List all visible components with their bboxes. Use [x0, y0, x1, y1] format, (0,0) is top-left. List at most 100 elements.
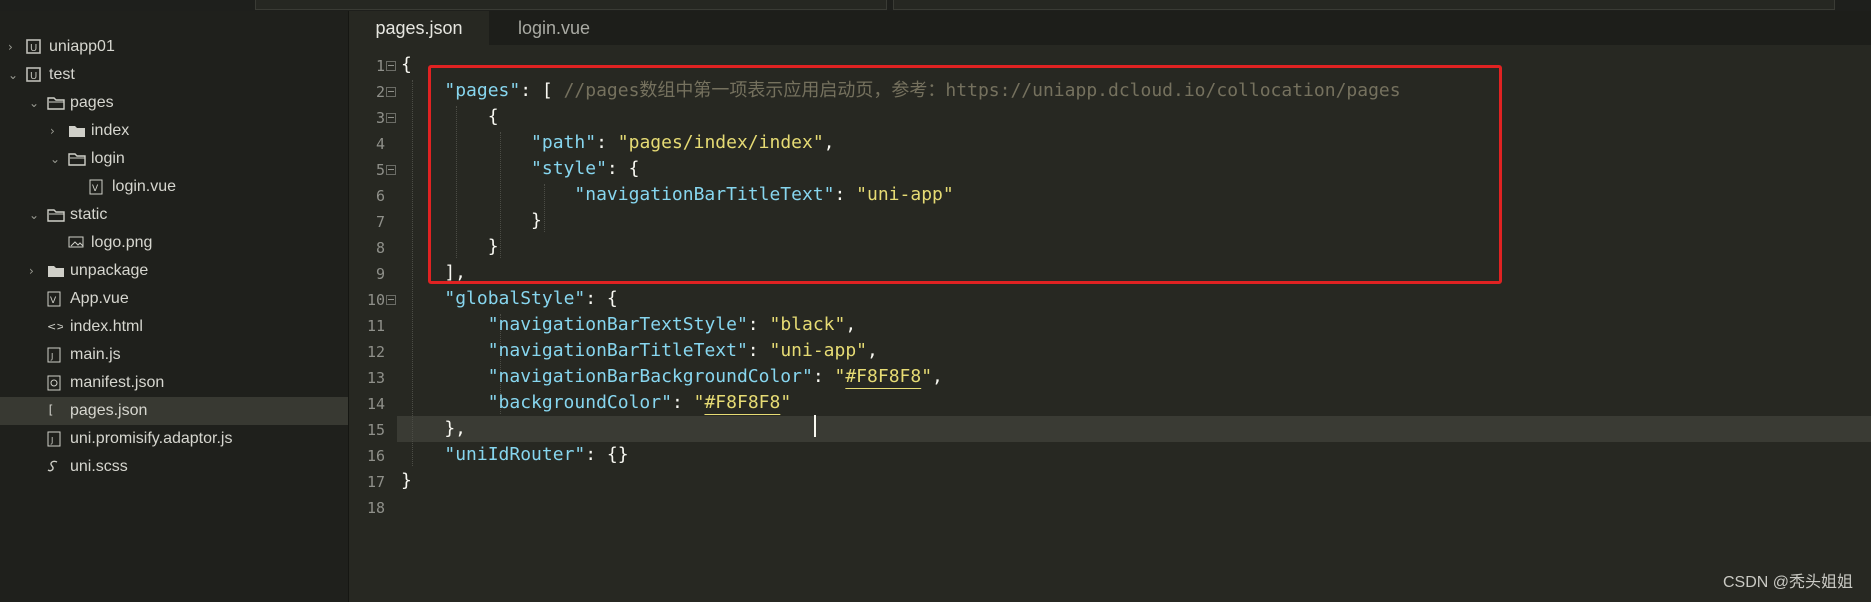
tree-item-label: test — [49, 66, 75, 83]
svg-text:U: U — [30, 43, 37, 54]
tree-item-uniapp01[interactable]: › Uuniapp01 — [0, 33, 348, 61]
line-number: 6 — [375, 187, 385, 205]
folder-open-icon — [68, 151, 86, 166]
line-number: 11 — [366, 317, 385, 335]
chevron-right-icon[interactable]: › — [29, 264, 34, 278]
tree-item-label: login — [91, 150, 125, 167]
folder-icon — [68, 123, 85, 138]
json-string: " — [780, 392, 792, 413]
tree-item-logo-png[interactable]: logo.png — [0, 229, 348, 257]
tree-item-main-js[interactable]: Jmain.js — [0, 341, 348, 369]
json-string: "black" — [769, 314, 846, 335]
tree-item-label: uni.scss — [70, 458, 128, 475]
line-number: 17 — [366, 473, 385, 491]
code-line[interactable]: }, — [401, 416, 466, 442]
code-line[interactable]: "navigationBarTextStyle": "black", — [401, 312, 856, 338]
json-file-icon: [ ] — [47, 403, 69, 418]
tab-pages-json[interactable]: pages.json — [349, 11, 489, 45]
punctuation — [401, 366, 488, 387]
code-line[interactable]: } — [401, 468, 412, 494]
svg-text:J: J — [50, 352, 53, 361]
tree-item-label: logo.png — [91, 234, 153, 251]
tree-item-manifest-json[interactable]: manifest.json — [0, 369, 348, 397]
tree-item-pages-json[interactable]: [ ] pages.json — [0, 397, 348, 425]
js-file-icon: J — [47, 347, 63, 363]
tree-item-index[interactable]: › index — [0, 117, 348, 145]
tree-item-login-vue[interactable]: Vlogin.vue — [0, 173, 348, 201]
punctuation: } — [401, 470, 412, 491]
line-number: 15 — [366, 421, 385, 439]
svg-text:<>: <> — [47, 320, 63, 333]
toolbar-field[interactable] — [255, 0, 887, 10]
code-line[interactable]: "navigationBarBackgroundColor": "#F8F8F8… — [401, 364, 943, 390]
code-line[interactable]: "globalStyle": { — [401, 286, 617, 312]
code-line[interactable]: "backgroundColor": "#F8F8F8" — [401, 390, 791, 416]
tree-item-login[interactable]: ⌄ login — [0, 145, 348, 173]
current-line-highlight — [397, 416, 1871, 442]
toolbar-search-field[interactable] — [893, 0, 1835, 10]
image-file-icon — [68, 235, 84, 250]
svg-text:[ ]: [ ] — [47, 403, 63, 417]
svg-text:V: V — [50, 296, 57, 306]
fold-toggle-icon[interactable] — [386, 87, 396, 97]
chevron-right-icon[interactable]: › — [8, 40, 13, 54]
line-number: 16 — [366, 447, 385, 465]
chevron-down-icon[interactable]: ⌄ — [29, 96, 39, 110]
editor-tab-bar: pages.json login.vue — [349, 11, 1871, 45]
line-number: 5 — [375, 161, 385, 179]
tree-item-uni-promisify-adaptor-js[interactable]: Juni.promisify.adaptor.js — [0, 425, 348, 453]
json-key: "navigationBarTitleText" — [487, 340, 748, 361]
svg-text:J: J — [50, 436, 53, 445]
chevron-down-icon[interactable]: ⌄ — [29, 208, 39, 222]
punctuation — [401, 444, 444, 465]
fold-toggle-icon[interactable] — [386, 295, 396, 305]
chevron-down-icon[interactable]: ⌄ — [8, 68, 18, 82]
color-value: #F8F8F8 — [845, 366, 922, 387]
punctuation: : — [747, 314, 770, 335]
json-key: "backgroundColor" — [487, 392, 672, 413]
project-icon: U — [26, 39, 42, 54]
punctuation: , — [867, 340, 878, 361]
tree-item-pages[interactable]: ⌄ pages — [0, 89, 348, 117]
folder-open-icon — [47, 95, 65, 110]
punctuation: }, — [401, 418, 467, 439]
fold-toggle-icon[interactable] — [386, 61, 396, 71]
tree-item-test[interactable]: ⌄ Utest — [0, 61, 348, 89]
json-string: " — [693, 392, 705, 413]
json-key: "navigationBarTextStyle" — [487, 314, 748, 335]
manifest-file-icon — [47, 375, 63, 391]
punctuation: , — [845, 314, 857, 335]
tree-item-label: App.vue — [70, 290, 129, 307]
json-key: "navigationBarBackgroundColor" — [487, 366, 813, 387]
code-line[interactable]: "uniIdRouter": {} — [401, 442, 628, 468]
color-value: #F8F8F8 — [704, 392, 781, 413]
line-number: 13 — [366, 369, 385, 387]
tree-item-static[interactable]: ⌄ static — [0, 201, 348, 229]
line-number: 18 — [366, 499, 385, 517]
punctuation: : — [812, 366, 835, 387]
code-line[interactable]: "navigationBarTitleText": "uni-app", — [401, 338, 878, 364]
fold-toggle-icon[interactable] — [386, 165, 396, 175]
top-toolbar-strip — [0, 0, 1871, 11]
vue-file-icon: V — [89, 179, 105, 195]
tab-login-vue[interactable]: login.vue — [489, 11, 619, 45]
svg-text:V: V — [92, 184, 99, 194]
chevron-down-icon[interactable]: ⌄ — [50, 152, 60, 166]
tree-item-unpackage[interactable]: › unpackage — [0, 257, 348, 285]
highlight-annotation-box — [428, 65, 1502, 284]
punctuation: { — [401, 54, 412, 75]
json-key: "globalStyle" — [444, 288, 586, 309]
tree-item-index-html[interactable]: <> index.html — [0, 313, 348, 341]
tree-item-label: unpackage — [70, 262, 149, 279]
tree-item-app-vue[interactable]: V App.vue — [0, 285, 348, 313]
chevron-right-icon[interactable]: › — [50, 124, 55, 138]
code-line[interactable]: { — [401, 52, 412, 78]
line-number: 9 — [375, 265, 385, 283]
line-number-gutter: 1 2 3 4 5 6 7 8 9 10 11 12 13 14 15 16 17 18 — [349, 45, 397, 602]
svg-text:U: U — [30, 71, 37, 82]
text-cursor — [814, 415, 816, 437]
tree-item-label: pages.json — [70, 402, 148, 419]
fold-toggle-icon[interactable] — [386, 113, 396, 123]
json-string: " — [921, 366, 933, 387]
tree-item-uni-scss[interactable]: uni.scss — [0, 453, 348, 481]
